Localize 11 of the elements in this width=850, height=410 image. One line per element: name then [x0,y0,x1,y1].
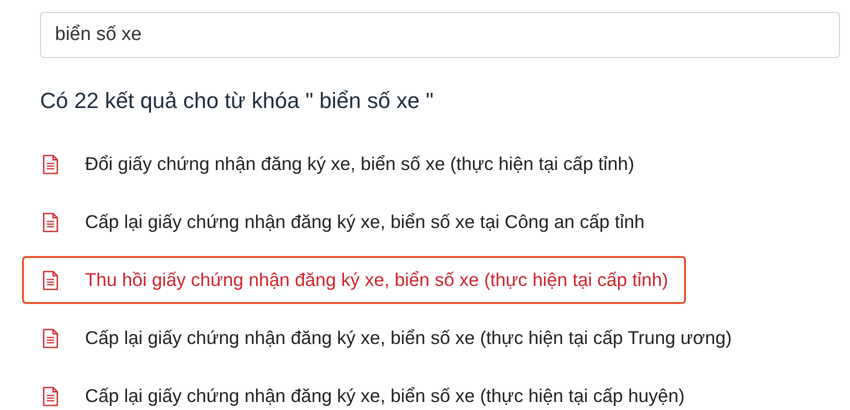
document-icon [42,386,59,406]
document-icon [42,212,59,232]
result-link[interactable]: Cấp lại giấy chứng nhận đăng ký xe, biển số xe (thực hiện tại cấp huyện) [85,385,685,407]
document-icon [42,270,59,290]
result-link[interactable]: Cấp lại giấy chứng nhận đăng ký xe, biển số xe (thực hiện tại cấp Trung ương) [85,327,732,349]
results-heading: Có 22 kết quả cho từ khóa " biển số xe " [40,88,435,114]
document-icon [42,154,59,174]
result-link[interactable]: Đổi giấy chứng nhận đăng ký xe, biển số xe (thực hiện tại cấp tỉnh) [85,153,634,175]
search-field[interactable]: biển số xe [40,12,840,58]
document-icon [42,328,59,348]
result-link[interactable]: Cấp lại giấy chứng nhận đăng ký xe, biển số xe tại Công an cấp tỉnh [85,211,645,233]
